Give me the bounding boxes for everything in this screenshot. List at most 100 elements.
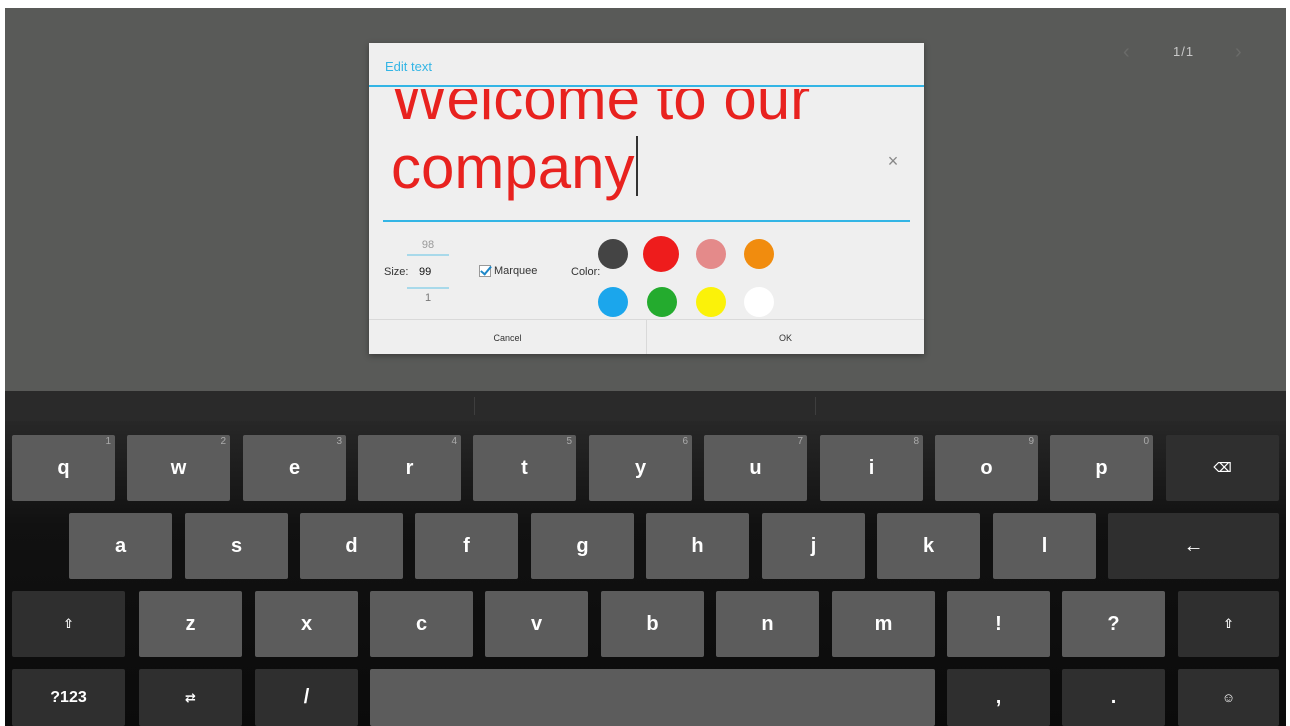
text-line-2: company [391, 134, 639, 201]
key-d[interactable]: d [300, 513, 403, 579]
key-label: a [114, 534, 127, 557]
color-swatch-green[interactable] [647, 287, 677, 317]
key-z[interactable]: z [139, 591, 242, 657]
dialog-button-bar: Cancel OK [369, 319, 924, 354]
text-input[interactable]: Welcome to our company [383, 89, 910, 222]
key-l[interactable]: l [993, 513, 1096, 579]
color-swatch-dark-gray[interactable] [598, 239, 628, 269]
key-q[interactable]: q1 [12, 435, 115, 501]
key-p[interactable]: p0 [1050, 435, 1153, 501]
enter-key[interactable]: ← [1108, 513, 1279, 579]
key-b[interactable]: b [601, 591, 704, 657]
key-hint: 9 [1028, 436, 1034, 447]
key-label: s [230, 534, 243, 557]
shift-key-right[interactable]: ⇧ [1178, 591, 1279, 657]
marquee-toggle[interactable]: Marquee [479, 263, 537, 279]
key-n[interactable]: n [716, 591, 819, 657]
text-line-2-content: company [391, 134, 635, 201]
key-label: ?123 [50, 688, 87, 706]
key-slash[interactable]: / [255, 669, 358, 726]
shift-icon: ⇧ [1223, 616, 1234, 631]
key-label: / [303, 686, 310, 708]
color-swatch-pink[interactable] [696, 239, 726, 269]
symbols-key[interactable]: ?123 [12, 669, 125, 726]
color-swatch-blue[interactable] [598, 287, 628, 317]
screen: ‹ 1/1 › Edit text Welcome to our company… [5, 8, 1286, 726]
key-label: i [868, 456, 875, 479]
size-label: Size: [384, 266, 409, 278]
close-icon[interactable]: × [885, 152, 901, 170]
key-h[interactable]: h [646, 513, 749, 579]
key-j[interactable]: j [762, 513, 865, 579]
color-label: Color: [571, 266, 601, 278]
backspace-key[interactable]: ⌫ [1166, 435, 1279, 501]
shift-icon: ⇧ [63, 616, 74, 631]
color-swatch-yellow[interactable] [696, 287, 726, 317]
key-r[interactable]: r4 [358, 435, 461, 501]
key-t[interactable]: t5 [473, 435, 576, 501]
key-v[interactable]: v [485, 591, 588, 657]
key-label: n [761, 612, 774, 635]
key-label: , [995, 686, 1002, 708]
keyboard-settings-key[interactable]: ⇄ [139, 669, 242, 726]
key-e[interactable]: e3 [243, 435, 346, 501]
suggestion-strip [5, 391, 1286, 421]
key-hint: 0 [1143, 436, 1149, 447]
key-label: h [691, 534, 704, 557]
color-swatch-orange[interactable] [744, 239, 774, 269]
marquee-checkbox[interactable] [479, 265, 491, 277]
size-picker[interactable]: 98 Size: 99 1 [369, 233, 469, 313]
key-s[interactable]: s [185, 513, 288, 579]
ok-button[interactable]: OK [647, 320, 924, 354]
key-label: r [405, 456, 414, 479]
key-m[interactable]: m [832, 591, 935, 657]
key-k[interactable]: k [877, 513, 980, 579]
key-y[interactable]: y6 [589, 435, 692, 501]
key-x[interactable]: x [255, 591, 358, 657]
key-o[interactable]: o9 [935, 435, 1038, 501]
size-current-value[interactable]: 99 [419, 266, 431, 278]
shift-key-left[interactable]: ⇧ [12, 591, 125, 657]
key-g[interactable]: g [531, 513, 634, 579]
key-w[interactable]: w2 [127, 435, 230, 501]
color-swatch-white[interactable] [744, 287, 774, 317]
key-exclamation[interactable]: ! [947, 591, 1050, 657]
key-label: y [634, 456, 647, 479]
key-hint: 8 [913, 436, 919, 447]
key-label: l [1041, 534, 1048, 557]
color-swatch-red[interactable] [643, 236, 679, 272]
strip-divider [474, 397, 475, 415]
key-label: c [415, 612, 428, 635]
cancel-button[interactable]: Cancel [369, 320, 647, 354]
key-label: w [170, 456, 187, 479]
key-u[interactable]: u7 [704, 435, 807, 501]
keyboard-settings-icon: ⇄ [185, 689, 196, 705]
key-i[interactable]: i8 [820, 435, 923, 501]
key-a[interactable]: a [69, 513, 172, 579]
key-label: ! [995, 612, 1002, 635]
backspace-icon: ⌫ [1213, 460, 1232, 475]
space-key[interactable] [370, 669, 935, 726]
emoji-key[interactable]: ☺ [1178, 669, 1279, 726]
key-hint: 4 [451, 436, 457, 447]
chevron-left-icon[interactable]: ‹ [1123, 42, 1130, 62]
key-period[interactable]: . [1062, 669, 1165, 726]
key-label: b [646, 612, 659, 635]
key-label: x [300, 612, 313, 635]
chevron-right-icon[interactable]: › [1235, 42, 1242, 62]
key-label: p [1095, 456, 1108, 479]
text-cursor [636, 136, 639, 196]
key-label: j [810, 534, 817, 557]
size-next-value[interactable]: 1 [407, 287, 449, 304]
key-label: ? [1107, 612, 1120, 635]
key-f[interactable]: f [415, 513, 518, 579]
on-screen-keyboard: q1 w2 e3 r4 t5 y6 u7 i8 o9 p0 ⌫ a s d f … [5, 391, 1286, 726]
key-label: u [749, 456, 762, 479]
key-hint: 1 [105, 436, 111, 447]
key-hint: 3 [336, 436, 342, 447]
size-previous-value[interactable]: 98 [407, 239, 449, 256]
key-label: d [345, 534, 358, 557]
key-comma[interactable]: , [947, 669, 1050, 726]
key-question[interactable]: ? [1062, 591, 1165, 657]
key-c[interactable]: c [370, 591, 473, 657]
